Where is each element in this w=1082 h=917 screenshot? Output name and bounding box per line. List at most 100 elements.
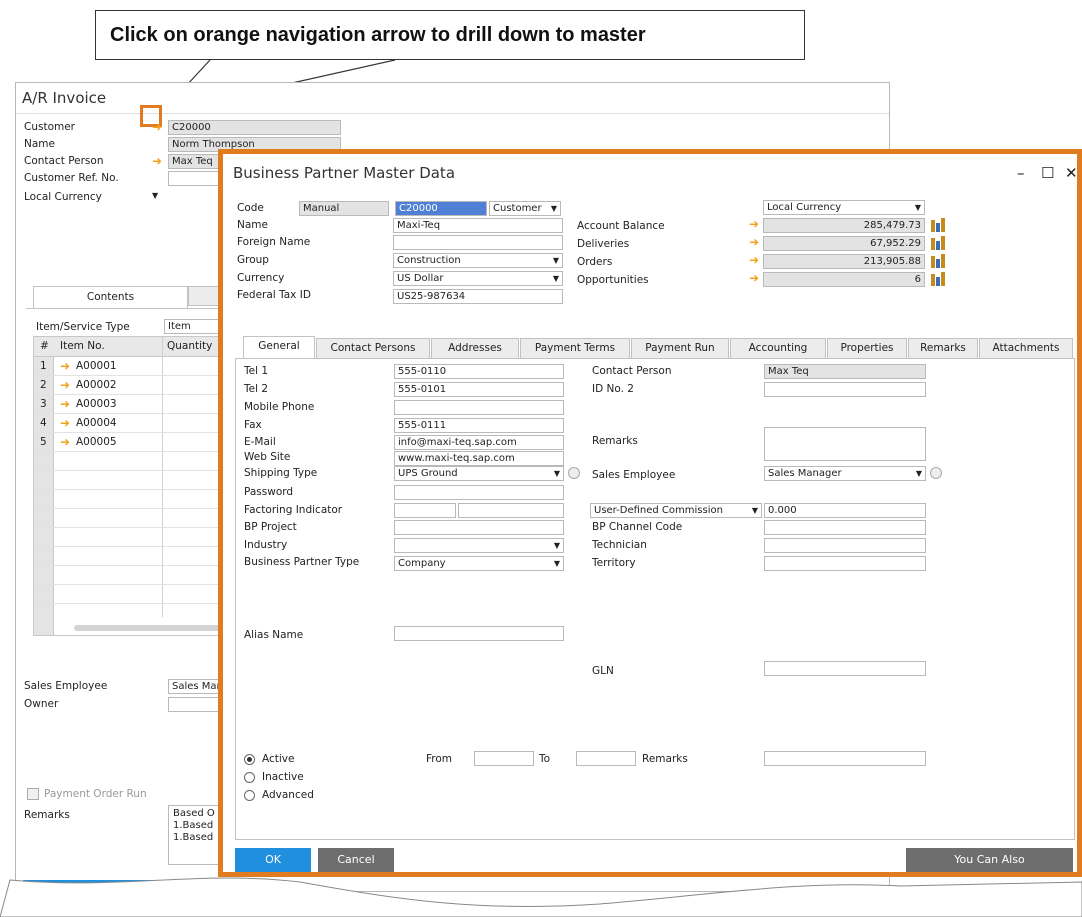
- tab-payment-terms[interactable]: Payment Terms: [520, 338, 630, 358]
- minimize-icon[interactable]: –: [1017, 164, 1025, 182]
- payment-order-checkbox[interactable]: [27, 788, 39, 800]
- technician-field[interactable]: [764, 538, 926, 553]
- orders-label: Orders: [577, 256, 613, 268]
- bar-chart-icon[interactable]: [929, 272, 947, 286]
- tab-payment-run[interactable]: Payment Run: [631, 338, 729, 358]
- item-type-field[interactable]: Item: [164, 319, 224, 334]
- ok-button[interactable]: OK: [235, 848, 311, 872]
- item-nav-arrow-icon[interactable]: ➜: [60, 417, 70, 429]
- row-number: 4: [40, 417, 47, 429]
- table-row[interactable]: [34, 566, 232, 585]
- id-no2-field[interactable]: [764, 382, 926, 397]
- currency-label: Currency: [237, 272, 285, 284]
- code-field[interactable]: C20000: [395, 201, 487, 216]
- table-row[interactable]: 4 ➜ A00004: [34, 414, 232, 433]
- bp-type-select[interactable]: Company ▼: [394, 556, 564, 571]
- advanced-radio[interactable]: [244, 790, 255, 801]
- tax-id-field[interactable]: US25-987634: [393, 289, 563, 304]
- website-field[interactable]: www.maxi-teq.sap.com: [394, 451, 564, 466]
- tab-addresses[interactable]: Addresses: [431, 338, 519, 358]
- name-field[interactable]: Maxi-Teq: [393, 218, 563, 233]
- customer-nav-arrow-icon[interactable]: ➜: [152, 121, 162, 133]
- item-nav-arrow-icon[interactable]: ➜: [60, 436, 70, 448]
- bar-chart-icon[interactable]: [929, 236, 947, 250]
- currency-value: US Dollar: [397, 273, 444, 284]
- shipping-type-select[interactable]: UPS Ground ▼: [394, 466, 564, 481]
- table-row[interactable]: [34, 585, 232, 604]
- item-nav-arrow-icon[interactable]: ➜: [60, 398, 70, 410]
- deliveries-nav-arrow-icon[interactable]: ➜: [749, 236, 759, 248]
- info-icon[interactable]: [568, 467, 580, 479]
- bar-chart-icon[interactable]: [929, 254, 947, 268]
- contact-nav-arrow-icon[interactable]: ➜: [152, 155, 162, 167]
- industry-select[interactable]: ▼: [394, 538, 564, 553]
- tab-remarks[interactable]: Remarks: [908, 338, 978, 358]
- contact-person-field[interactable]: Max Teq: [764, 364, 926, 379]
- fax-field[interactable]: 555-0111: [394, 418, 564, 433]
- remarks2-field[interactable]: [764, 751, 926, 766]
- table-row[interactable]: [34, 547, 232, 566]
- table-row[interactable]: [34, 528, 232, 547]
- commission-select[interactable]: User-Defined Commission ▼: [590, 503, 762, 518]
- table-row[interactable]: [34, 490, 232, 509]
- item-number: A00004: [76, 417, 117, 429]
- alias-name-field[interactable]: [394, 626, 564, 641]
- horizontal-scrollbar[interactable]: [74, 625, 224, 631]
- email-field[interactable]: info@maxi-teq.sap.com: [394, 435, 564, 450]
- table-row[interactable]: 5 ➜ A00005: [34, 433, 232, 452]
- foreign-name-field[interactable]: [393, 235, 563, 250]
- maximize-icon[interactable]: ☐: [1041, 164, 1054, 182]
- tab-accounting[interactable]: Accounting: [730, 338, 826, 358]
- gln-field[interactable]: [764, 661, 926, 676]
- table-row[interactable]: [34, 452, 232, 471]
- currency-select[interactable]: US Dollar ▼: [393, 271, 563, 286]
- table-row[interactable]: 3 ➜ A00003: [34, 395, 232, 414]
- tab-attachments[interactable]: Attachments: [979, 338, 1073, 358]
- sales-employee-select[interactable]: Sales Manager ▼: [764, 466, 926, 481]
- table-row[interactable]: [34, 509, 232, 528]
- tel1-field[interactable]: 555-0110: [394, 364, 564, 379]
- type-select[interactable]: Customer ▼: [489, 201, 561, 216]
- item-nav-arrow-icon[interactable]: ➜: [60, 360, 70, 372]
- bar-chart-icon[interactable]: [929, 218, 947, 232]
- item-nav-arrow-icon[interactable]: ➜: [60, 379, 70, 391]
- table-row[interactable]: [34, 471, 232, 490]
- commission-field[interactable]: 0.000: [764, 503, 926, 518]
- opportunities-nav-arrow-icon[interactable]: ➜: [749, 272, 759, 284]
- close-icon[interactable]: ✕: [1065, 164, 1078, 182]
- tel2-field[interactable]: 555-0101: [394, 382, 564, 397]
- tab-properties[interactable]: Properties: [827, 338, 907, 358]
- orders-nav-arrow-icon[interactable]: ➜: [749, 254, 759, 266]
- chevron-down-icon[interactable]: ▼: [152, 191, 158, 200]
- from-field[interactable]: [474, 751, 534, 766]
- table-row[interactable]: 1 ➜ A00001: [34, 357, 232, 376]
- local-currency-select[interactable]: Local Currency: [24, 191, 102, 203]
- group-select[interactable]: Construction ▼: [393, 253, 563, 268]
- contact-person-label: Contact Person: [592, 365, 672, 377]
- bp-project-field[interactable]: [394, 520, 564, 535]
- bp-channel-label: BP Channel Code: [592, 521, 683, 533]
- customer-field[interactable]: C20000: [168, 120, 341, 135]
- factoring-field-2[interactable]: [458, 503, 564, 518]
- bp-channel-field[interactable]: [764, 520, 926, 535]
- balance-currency-select[interactable]: Local Currency ▼: [763, 200, 925, 215]
- tab-contact-persons[interactable]: Contact Persons: [316, 338, 430, 358]
- tab-contents[interactable]: Contents: [33, 286, 188, 308]
- info-icon[interactable]: [930, 467, 942, 479]
- id-no2-label: ID No. 2: [592, 383, 634, 395]
- you-can-also-button[interactable]: You Can Also: [906, 848, 1073, 872]
- mobile-field[interactable]: [394, 400, 564, 415]
- balance-nav-arrow-icon[interactable]: ➜: [749, 218, 759, 230]
- orders-field: 213,905.88: [763, 254, 925, 269]
- territory-field[interactable]: [764, 556, 926, 571]
- table-row[interactable]: 2 ➜ A00002: [34, 376, 232, 395]
- tab-general[interactable]: General: [243, 336, 315, 358]
- remarks-field[interactable]: [764, 427, 926, 461]
- cancel-button[interactable]: Cancel: [318, 848, 394, 872]
- to-field[interactable]: [576, 751, 636, 766]
- active-radio[interactable]: [244, 754, 255, 765]
- password-field[interactable]: [394, 485, 564, 500]
- factoring-field-1[interactable]: [394, 503, 456, 518]
- inactive-radio[interactable]: [244, 772, 255, 783]
- code-series-select[interactable]: Manual: [299, 201, 389, 216]
